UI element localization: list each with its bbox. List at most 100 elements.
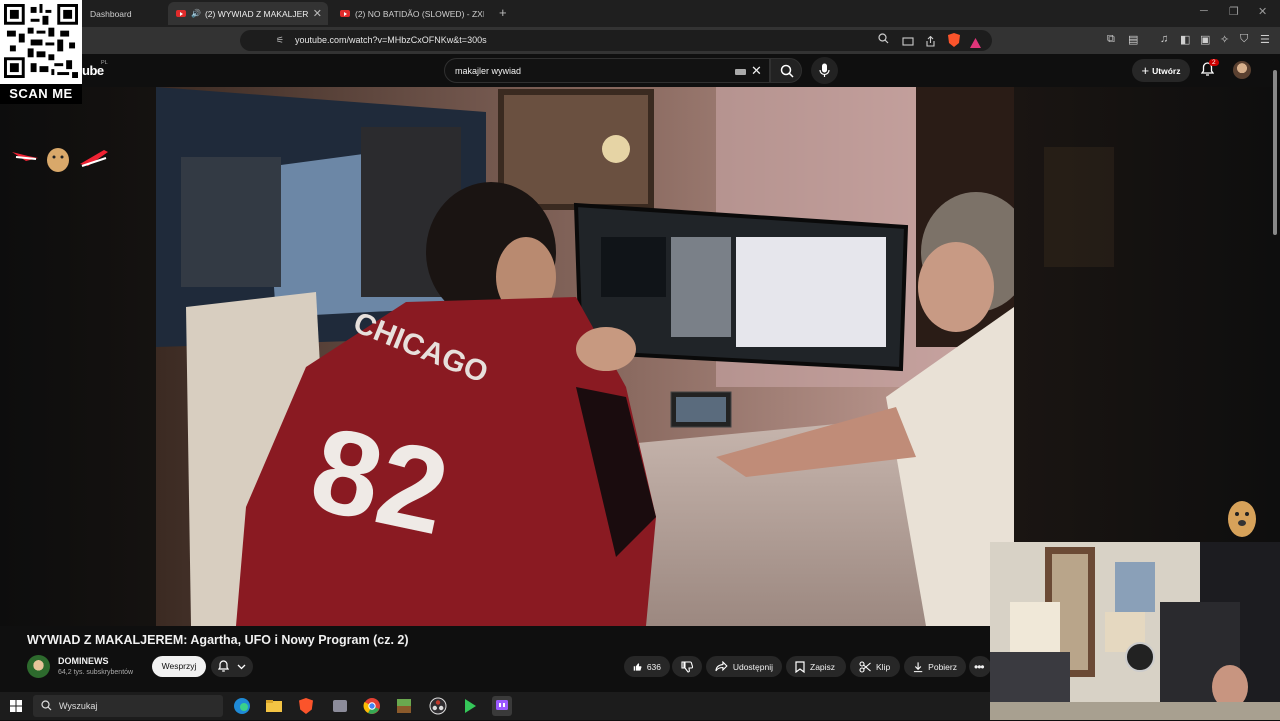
tab-no-batidao[interactable]: (2) NO BATIDÃO (SLOWED) - ZXKAI [332, 2, 492, 25]
right-gutter [1014, 87, 1280, 542]
cat-sticker [8, 144, 112, 174]
extensions-icon[interactable]: ⧉ [1107, 33, 1115, 46]
more-dots-icon: ••• [974, 659, 985, 674]
page-scrollbar[interactable] [1273, 70, 1277, 235]
background-shelf [1044, 147, 1114, 267]
thumbs-up-icon [633, 662, 642, 671]
like-count: 636 [646, 661, 661, 672]
qr-code-icon [4, 4, 78, 78]
url-text: youtube.com/watch?v=MHbzCxOFNKw&t=300s [295, 35, 487, 45]
minecraft-icon[interactable] [394, 696, 414, 716]
zoom-icon[interactable] [878, 33, 889, 47]
tab-label: (2) WYWIAD Z MAKALJEREM: Agartha, UFO i … [204, 8, 309, 19]
download-label: Pobierz [928, 661, 957, 672]
chrome-icon[interactable] [362, 696, 382, 716]
speaker-icon: 🔊 [191, 9, 201, 18]
browser-tab-bar: Dashboard 🔊 (2) WYWIAD Z MAKALJEREM: Aga… [0, 0, 1280, 27]
save-button[interactable]: Zapisz [786, 656, 846, 677]
dislike-button[interactable] [672, 656, 702, 677]
youtube-favicon-icon [176, 10, 186, 17]
leo-icon[interactable]: ✧ [1220, 33, 1229, 46]
video-title: WYWIAD Z MAKALJEREM: Agartha, UFO i Nowy… [27, 633, 409, 647]
logo-region: PL [101, 60, 108, 66]
webcam-overlay [990, 542, 1280, 720]
youtube-favicon-icon [340, 10, 350, 17]
url-field[interactable]: ⚟ youtube.com/watch?v=MHbzCxOFNKw&t=300s [240, 30, 992, 51]
menu-icon[interactable]: ☰ [1260, 33, 1270, 46]
subscription-bell-button[interactable] [211, 656, 253, 677]
video-player[interactable]: CHICAGO 82 [156, 87, 1014, 626]
media-controls-icon[interactable]: ♫ [1160, 33, 1168, 45]
microphone-icon [819, 63, 830, 77]
search-button[interactable] [770, 58, 802, 83]
tab-label: Dashboard [90, 8, 132, 19]
chevron-down-icon [237, 664, 246, 670]
close-tab-icon[interactable]: ✕ [313, 7, 322, 20]
scissors-icon [859, 660, 871, 673]
notification-count-badge: 2 [1209, 59, 1219, 66]
sidebar-icon[interactable]: ◧ [1180, 33, 1190, 46]
video-frame: CHICAGO 82 [156, 87, 1014, 626]
cast-icon[interactable] [902, 34, 914, 52]
bell-icon [218, 660, 229, 672]
search-icon [41, 700, 52, 711]
svg-text:82: 82 [301, 401, 459, 560]
doge-sticker [1224, 497, 1260, 541]
clear-search-icon[interactable]: ✕ [751, 63, 762, 79]
plus-icon: + [1141, 63, 1150, 78]
vpn-icon[interactable]: ⛉ [1240, 33, 1248, 46]
brave-shields-icon[interactable] [948, 33, 960, 52]
restore-icon[interactable]: ❐ [1229, 5, 1239, 18]
channel-name[interactable]: DOMINEWS [58, 656, 109, 666]
clip-button[interactable]: Klip [850, 656, 900, 677]
brave-browser-icon[interactable] [296, 696, 316, 716]
taskbar-search-input[interactable]: Wyszukaj [33, 695, 223, 717]
share-label: Udostępnij [732, 661, 773, 672]
subscriber-count: 64,2 tys. subskrybentów [58, 669, 134, 676]
like-button[interactable]: 636 [624, 656, 670, 677]
streaming-app-icon[interactable] [492, 696, 512, 716]
windows-start-icon[interactable] [10, 700, 22, 712]
search-input[interactable]: makajler wywiad ✕ [444, 58, 770, 83]
youtube-header: ube PL makajler wywiad ✕ + Utwórz 2 [0, 54, 1280, 87]
obs-icon[interactable] [428, 696, 448, 716]
more-actions-button[interactable]: ••• [969, 656, 991, 677]
support-button[interactable]: Wesprzyj [152, 656, 206, 677]
search-value: makajler wywiad [455, 66, 522, 76]
taskbar-search-placeholder: Wyszukaj [59, 701, 98, 711]
keyboard-icon[interactable] [735, 69, 746, 75]
reader-icon[interactable]: ▤ [1128, 33, 1138, 46]
create-button[interactable]: + Utwórz [1132, 59, 1190, 82]
search-icon [780, 64, 794, 78]
file-explorer-icon[interactable] [264, 696, 284, 716]
tab-label: (2) NO BATIDÃO (SLOWED) - ZXKAI [355, 8, 484, 19]
download-button[interactable]: Pobierz [904, 656, 966, 677]
windows-taskbar: Wyszukaj [0, 692, 990, 720]
share-icon [715, 661, 728, 672]
channel-avatar[interactable] [27, 655, 50, 678]
browser-address-bar: ⚟ youtube.com/watch?v=MHbzCxOFNKw&t=300s… [0, 27, 1280, 54]
new-tab-icon[interactable]: + [499, 5, 507, 20]
brave-rewards-icon[interactable] [970, 35, 981, 53]
tab-dashboard[interactable]: Dashboard [82, 2, 167, 25]
left-gutter [0, 87, 156, 626]
webcam-frame [990, 542, 1280, 720]
edge-icon[interactable] [232, 696, 252, 716]
qr-code-overlay: SCAN ME [0, 0, 82, 104]
download-icon [913, 661, 923, 672]
bookmark-save-icon [795, 660, 805, 673]
voice-search-button[interactable] [811, 57, 838, 84]
account-avatar[interactable] [1233, 61, 1251, 79]
share-button[interactable]: Udostępnij [706, 656, 782, 677]
media-app-icon[interactable] [460, 696, 480, 716]
close-window-icon[interactable]: ✕ [1258, 5, 1267, 18]
share-page-icon[interactable] [925, 34, 936, 52]
scan-me-label: SCAN ME [0, 84, 82, 104]
thumbs-down-icon [681, 660, 693, 673]
tab-wywiad[interactable]: 🔊 (2) WYWIAD Z MAKALJEREM: Agartha, UFO … [168, 2, 328, 25]
wallet-icon[interactable]: ▣ [1200, 33, 1210, 46]
minimize-icon[interactable]: ─ [1200, 5, 1208, 17]
save-label: Zapisz [810, 661, 836, 672]
app-icon-generic[interactable] [330, 696, 350, 716]
site-settings-icon[interactable]: ⚟ [276, 35, 284, 46]
